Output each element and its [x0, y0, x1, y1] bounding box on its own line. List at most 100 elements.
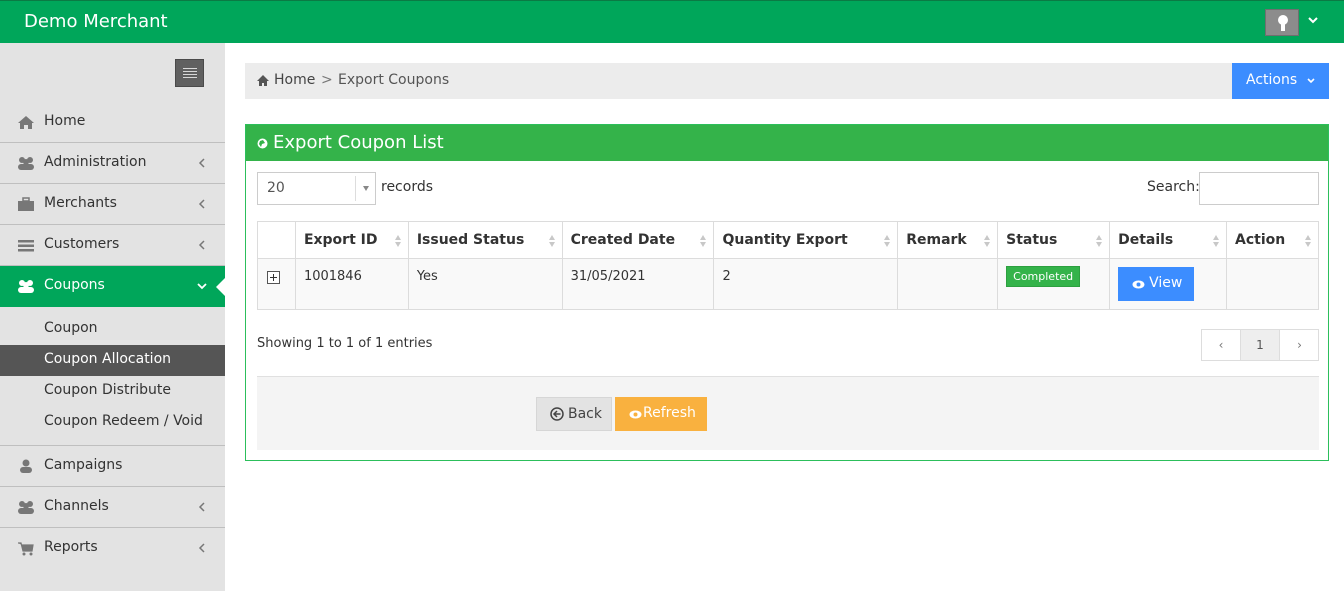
form-actions: Back Refresh [257, 376, 1319, 450]
cell-details: View [1109, 258, 1228, 310]
sidebar-subitem-coupon-redeem-void[interactable]: Coupon Redeem / Void [0, 407, 225, 438]
sort-icon [548, 235, 555, 247]
user-silhouette-icon [1278, 15, 1288, 31]
eye-icon [629, 410, 642, 419]
chevron-left-icon [198, 199, 205, 209]
users-icon [18, 501, 34, 514]
breadcrumb: Home > Export Coupons [245, 63, 1329, 99]
brand-title[interactable]: Demo Merchant [24, 11, 168, 32]
list-icon [18, 240, 34, 252]
sidebar-subitem-coupon-distribute[interactable]: Coupon Distribute [0, 376, 225, 407]
refresh-button[interactable]: Refresh [615, 397, 707, 431]
active-indicator [216, 278, 225, 296]
column-header-status[interactable]: Status [997, 221, 1111, 259]
panel-header: Export Coupon List [246, 125, 1328, 161]
chevron-left-icon [198, 158, 205, 168]
pagination-prev-button[interactable]: ‹ [1202, 330, 1241, 360]
view-button[interactable]: View [1118, 267, 1195, 301]
column-header-label: Details [1118, 232, 1174, 248]
sidebar-item-channels[interactable]: Channels [0, 487, 225, 528]
breadcrumb-separator: > [321, 72, 333, 88]
user-avatar[interactable] [1265, 9, 1299, 36]
refresh-button-label: Refresh [643, 405, 696, 421]
users-icon [18, 280, 34, 293]
pagination-next-button[interactable]: › [1280, 330, 1319, 360]
column-header-quantity-export[interactable]: Quantity Export [713, 221, 899, 259]
panel-title: Export Coupon List [273, 132, 444, 153]
breadcrumb-home-link[interactable]: Home [274, 72, 315, 88]
sidebar-item-customers[interactable]: Customers [0, 225, 225, 266]
column-header-label: Created Date [570, 232, 676, 248]
table-row: 1001846 Yes 31/05/2021 2 Completed View [257, 258, 1319, 310]
sidebar-item-merchants[interactable]: Merchants [0, 184, 225, 225]
sidebar-subitem-label: Coupon Distribute [44, 382, 171, 398]
column-header-label: Action [1235, 232, 1286, 248]
records-per-page-value: 20 [267, 180, 285, 196]
cart-icon [18, 542, 34, 556]
chevron-left-icon [198, 240, 205, 250]
column-header-export-id[interactable]: Export ID [294, 221, 409, 259]
view-button-label: View [1149, 275, 1183, 291]
home-icon [18, 116, 34, 129]
home-icon [257, 75, 269, 86]
actions-dropdown-button[interactable]: Actions [1232, 63, 1329, 99]
expand-row-icon[interactable] [267, 271, 280, 284]
sidebar-item-label: Campaigns [44, 457, 123, 473]
chevron-left-icon [198, 502, 205, 512]
column-header-label: Remark [906, 232, 967, 248]
status-badge: Completed [1006, 266, 1081, 287]
column-header-details[interactable]: Details [1109, 221, 1228, 259]
breadcrumb-current: Export Coupons [338, 72, 450, 88]
export-coupon-table: Export ID Issued Status Created Date Qua… [257, 221, 1319, 310]
column-header-remark[interactable]: Remark [897, 221, 999, 259]
sidebar-toggle-button[interactable] [175, 59, 204, 87]
sidebar-item-label: Reports [44, 539, 98, 555]
records-label: records [381, 179, 434, 195]
sidebar-item-administration[interactable]: Administration [0, 143, 225, 184]
table-header-row: Export ID Issued Status Created Date Qua… [257, 221, 1319, 259]
back-button[interactable]: Back [536, 397, 612, 431]
cell-quantity-export: 2 [713, 258, 899, 310]
cell-status: Completed [997, 258, 1111, 310]
cell-created-date: 31/05/2021 [561, 258, 715, 310]
column-header-created-date[interactable]: Created Date [561, 221, 715, 259]
cell-remark [897, 258, 999, 310]
chevron-down-icon[interactable] [1306, 13, 1320, 27]
sort-icon [1096, 235, 1103, 247]
arrow-circle-left-icon [550, 407, 564, 421]
search-label: Search: [1147, 179, 1200, 195]
column-header-label: Status [1006, 232, 1058, 248]
sidebar-subitem-label: Coupon Redeem / Void [44, 413, 203, 429]
eye-icon [1132, 280, 1145, 289]
sidebar-item-coupons[interactable]: Coupons [0, 266, 225, 307]
column-header-label: Export ID [303, 232, 378, 248]
chevron-down-icon [1307, 78, 1315, 84]
sidebar-item-label: Customers [44, 236, 120, 252]
expand-cell [257, 258, 296, 310]
sidebar-item-label: Merchants [44, 195, 117, 211]
sort-icon [1213, 235, 1220, 247]
sort-icon [984, 235, 991, 247]
sidebar-subitem-coupon-allocation[interactable]: Coupon Allocation [0, 345, 225, 376]
sidebar-item-home[interactable]: Home [0, 102, 225, 143]
export-coupon-panel: Export Coupon List 20 records Search: Ex… [245, 124, 1329, 461]
chevron-down-icon [197, 283, 207, 290]
chevron-left-icon [198, 543, 205, 553]
cell-issued-status: Yes [407, 258, 563, 310]
sidebar-subitem-coupon[interactable]: Coupon [0, 314, 225, 345]
column-header-issued-status[interactable]: Issued Status [407, 221, 563, 259]
sidebar-item-campaigns[interactable]: Campaigns [0, 446, 225, 487]
sidebar-item-reports[interactable]: Reports [0, 528, 225, 569]
pagination-page-1[interactable]: 1 [1241, 330, 1280, 360]
briefcase-icon [18, 197, 34, 211]
sort-icon [884, 235, 891, 247]
sidebar-item-label: Channels [44, 498, 109, 514]
sidebar: Home Administration Merchants Customers … [0, 43, 225, 591]
user-icon [20, 459, 32, 473]
records-per-page-select[interactable]: 20 [257, 172, 376, 205]
column-header-action[interactable]: Action [1226, 221, 1319, 259]
search-input[interactable] [1199, 172, 1319, 205]
users-icon [18, 157, 34, 170]
actions-label: Actions [1246, 72, 1298, 88]
column-header-label: Quantity Export [722, 232, 848, 248]
